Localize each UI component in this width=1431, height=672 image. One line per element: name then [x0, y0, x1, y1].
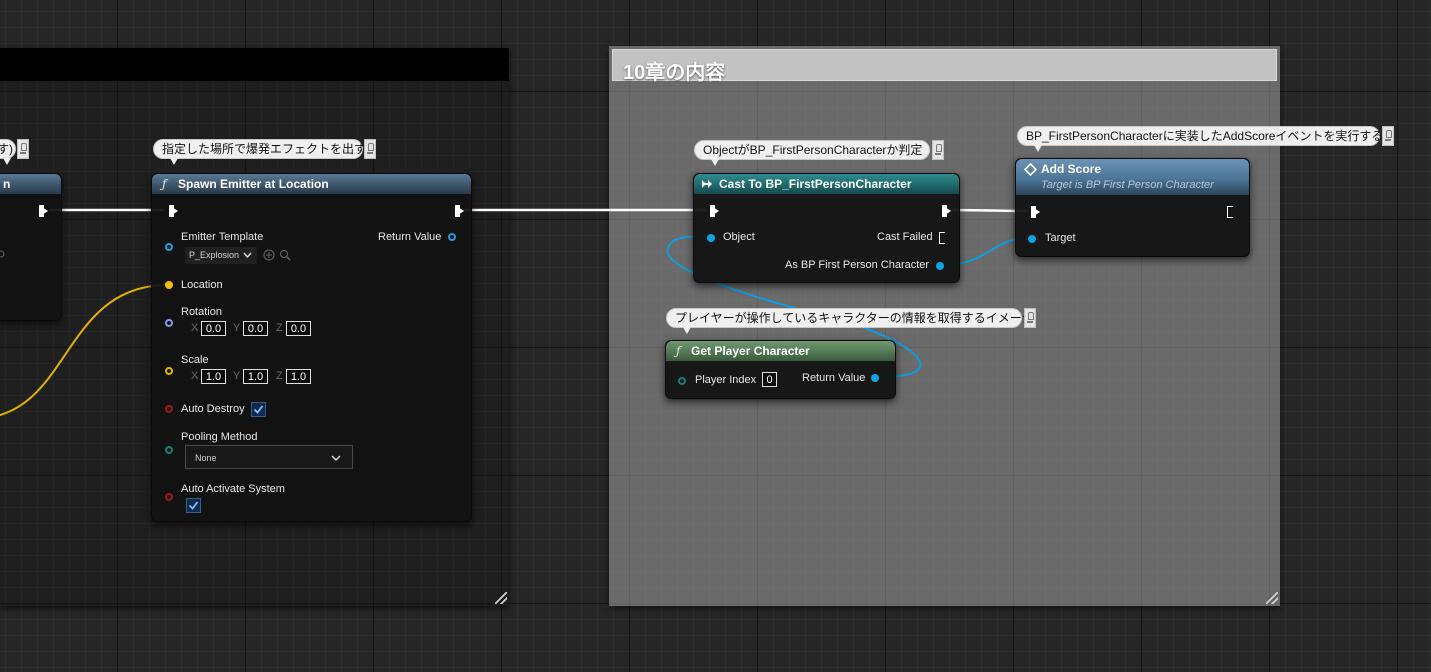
- scale-y-axis: Y: [233, 370, 241, 382]
- exec-out-pin[interactable]: [942, 205, 951, 217]
- rotation-pin[interactable]: [165, 319, 173, 327]
- addscore-comment-bubble: BP_FirstPersonCharacterに実装したAddScoreイベント…: [1017, 126, 1383, 152]
- emitter-template-pin[interactable]: [165, 243, 173, 251]
- scale-pin[interactable]: [165, 367, 173, 375]
- auto-activate-label: Auto Activate System: [181, 483, 285, 495]
- rotation-label: Rotation: [181, 306, 222, 318]
- pin-comment-icon[interactable]: [1024, 308, 1036, 328]
- cast-failed-label: Cast Failed: [877, 231, 933, 243]
- chevron-down-icon: [243, 252, 252, 258]
- rotation-x-input[interactable]: 0.0: [201, 321, 226, 336]
- exec-out-pin[interactable]: [1227, 206, 1237, 218]
- auto-destroy-label: Auto Destroy: [181, 403, 245, 415]
- partial-node[interactable]: n: [0, 173, 62, 321]
- scale-x-axis: X: [191, 370, 199, 382]
- exec-in-pin[interactable]: [169, 205, 178, 217]
- f-function-icon: ƒ: [676, 344, 681, 358]
- cast-icon: [702, 180, 712, 188]
- cast-failed-exec-pin[interactable]: [939, 232, 949, 244]
- auto-destroy-pin[interactable]: [165, 405, 173, 413]
- pooling-method-dropdown[interactable]: None: [185, 445, 353, 469]
- rotation-y-input[interactable]: 0.0: [243, 321, 268, 336]
- pin-comment-icon[interactable]: [17, 139, 29, 159]
- exec-in-pin[interactable]: [710, 205, 719, 217]
- cast-comment-bubble: ObjectがBP_FirstPersonCharacterか判定: [694, 140, 930, 166]
- add-score-node[interactable]: Add Score Target is BP First Person Char…: [1015, 158, 1250, 257]
- cast-node-title[interactable]: Cast To BP_FirstPersonCharacter: [694, 174, 959, 194]
- event-diamond-icon: [1024, 163, 1037, 176]
- magnifier-icon: [0, 250, 5, 258]
- pooling-method-label: Pooling Method: [181, 431, 258, 443]
- return-value-label: Return Value: [378, 231, 442, 243]
- auto-activate-pin[interactable]: [165, 493, 173, 501]
- pin-comment-icon[interactable]: [364, 139, 376, 159]
- partial-exec-out-pin[interactable]: [39, 205, 48, 217]
- target-label: Target: [1045, 232, 1076, 244]
- scale-z-input[interactable]: 1.0: [286, 369, 311, 384]
- browse-asset-icon[interactable]: [279, 249, 291, 261]
- as-bp-first-person-label: As BP First Person Character: [785, 259, 930, 271]
- get-player-node[interactable]: Get Player Character ƒ Player Index 0 Re…: [665, 340, 896, 399]
- location-pin[interactable]: [165, 281, 173, 289]
- target-pin[interactable]: [1028, 235, 1036, 243]
- scale-y-input[interactable]: 1.0: [243, 369, 268, 384]
- return-value-pin[interactable]: [871, 374, 879, 382]
- scale-x-input[interactable]: 1.0: [201, 369, 226, 384]
- location-label: Location: [181, 279, 223, 291]
- object-label: Object: [723, 231, 755, 243]
- exec-in-pin[interactable]: [1031, 206, 1040, 218]
- auto-destroy-checkbox[interactable]: [251, 402, 266, 417]
- auto-activate-checkbox[interactable]: [186, 498, 201, 513]
- spawn-comment-bubble: 指定した場所で爆発エフェクトを出す: [153, 139, 366, 165]
- pin-comment-icon[interactable]: [932, 140, 944, 160]
- as-bp-first-person-pin[interactable]: [936, 262, 944, 270]
- player-index-pin[interactable]: [678, 377, 686, 385]
- emitter-template-dropdown[interactable]: P_Explosion: [185, 247, 257, 264]
- cast-node[interactable]: Cast To BP_FirstPersonCharacter Object C…: [693, 173, 960, 283]
- checkmark-icon: [253, 405, 264, 414]
- scale-label: Scale: [181, 354, 209, 366]
- chevron-down-icon: [331, 455, 341, 461]
- exec-out-pin[interactable]: [455, 205, 464, 217]
- rotation-x-axis: X: [191, 322, 199, 334]
- player-index-input[interactable]: 0: [762, 372, 777, 387]
- return-value-pin[interactable]: [448, 233, 456, 241]
- emitter-template-label: Emitter Template: [181, 231, 264, 243]
- getplayer-comment-bubble: プレイヤーが操作しているキャラクターの情報を取得するイメージ: [666, 308, 1034, 334]
- scale-z-axis: Z: [276, 370, 283, 382]
- player-index-label: Player Index: [695, 374, 757, 386]
- partial-node-title: n: [0, 174, 61, 194]
- spawn-emitter-node[interactable]: Spawn Emitter at Location ƒ Emitter Temp…: [151, 173, 472, 522]
- rotation-y-axis: Y: [233, 322, 241, 334]
- add-score-subtitle: Target is BP First Person Character: [1041, 179, 1214, 191]
- spawn-emitter-title[interactable]: Spawn Emitter at Location: [152, 174, 471, 194]
- get-player-title[interactable]: Get Player Character: [666, 341, 895, 361]
- return-value-label: Return Value: [802, 372, 866, 384]
- use-selected-asset-icon[interactable]: [263, 249, 275, 261]
- object-pin[interactable]: [707, 234, 715, 242]
- rotation-z-axis: Z: [276, 322, 283, 334]
- f-function-icon: ƒ: [162, 177, 167, 191]
- pin-comment-icon[interactable]: [1382, 126, 1394, 146]
- checkmark-icon: [188, 501, 199, 510]
- rotation-z-input[interactable]: 0.0: [286, 321, 311, 336]
- pooling-method-pin[interactable]: [165, 446, 173, 454]
